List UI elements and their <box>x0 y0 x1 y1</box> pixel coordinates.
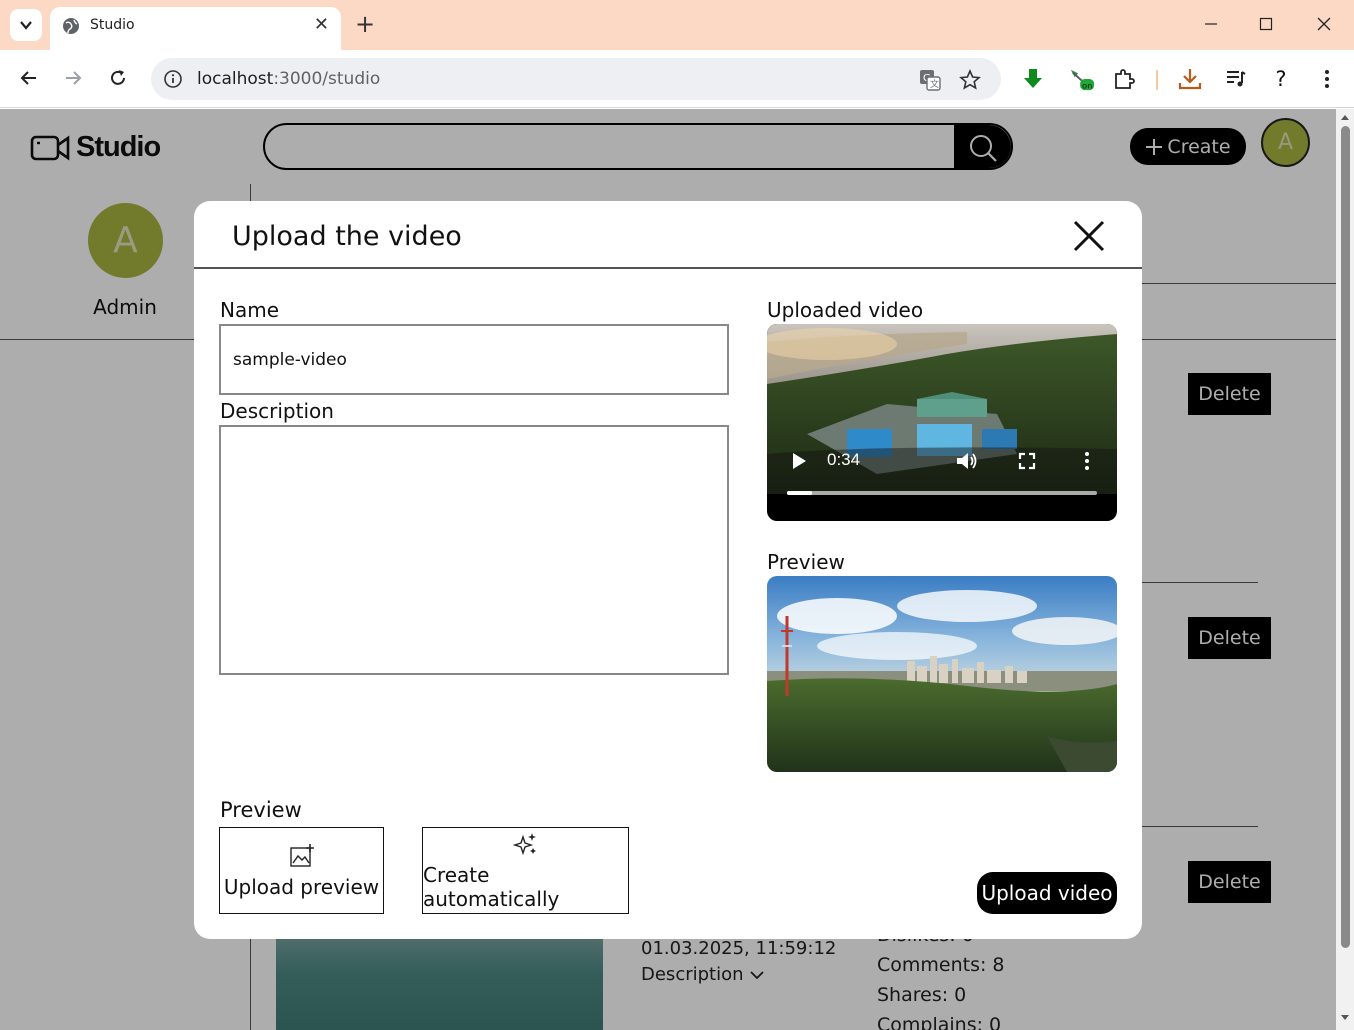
create-automatically-label: Create automatically <box>423 862 560 911</box>
name-input[interactable] <box>219 324 729 395</box>
upload-video-button[interactable]: Upload video <box>977 872 1117 914</box>
create-automatically-button[interactable]: Create automatically <box>422 827 629 914</box>
media-icon[interactable] <box>1223 66 1249 92</box>
browser-toolbar: localhost:3000/studio G文 on ? <box>0 50 1354 108</box>
forward-icon[interactable] <box>59 64 87 92</box>
browser-tab-studio[interactable]: Studio ✕ <box>50 7 341 50</box>
close-window-icon[interactable] <box>1312 12 1336 36</box>
extension-icon[interactable]: on <box>1069 66 1095 92</box>
chevron-down-icon <box>20 21 32 30</box>
tab-title: Studio <box>90 17 135 33</box>
close-icon[interactable]: ✕ <box>314 16 329 34</box>
globe-icon <box>63 18 79 34</box>
tab-search-button[interactable] <box>10 9 42 41</box>
minimize-icon[interactable] <box>1199 12 1223 36</box>
uploaded-video-player[interactable]: 0:34 <box>767 324 1117 521</box>
video-time: 0:34 <box>827 450 861 469</box>
more-icon[interactable] <box>1075 449 1099 473</box>
upload-preview-label: Upload preview <box>223 874 380 899</box>
upload-preview-button[interactable]: Upload preview <box>219 827 384 914</box>
star-icon[interactable] <box>959 69 981 91</box>
fullscreen-icon[interactable] <box>1015 449 1039 473</box>
play-icon[interactable] <box>787 449 811 473</box>
name-label: Name <box>220 298 280 322</box>
page-scrollbar[interactable] <box>1336 109 1354 1030</box>
puzzle-icon[interactable] <box>1111 66 1137 92</box>
modal-title: Upload the video <box>232 221 462 252</box>
info-icon[interactable] <box>163 69 183 89</box>
plus-icon[interactable]: + <box>355 12 375 36</box>
address-bar[interactable]: localhost:3000/studio G文 <box>151 58 1001 100</box>
modal-divider <box>194 267 1142 269</box>
svg-text:on: on <box>1082 80 1092 90</box>
description-input[interactable] <box>219 425 729 675</box>
browser-tab-bar: Studio ✕ + <box>0 0 1354 50</box>
studio-page: Studio Create A A Admin Delete Delete De… <box>0 109 1336 1030</box>
scroll-down-icon[interactable] <box>1340 1014 1350 1022</box>
reload-icon[interactable] <box>104 64 132 92</box>
maximize-icon[interactable] <box>1254 12 1278 36</box>
svg-text:文: 文 <box>930 78 939 90</box>
video-progress-fill <box>787 491 812 495</box>
preview-image-label: Preview <box>767 550 845 574</box>
toolbar-separator <box>1156 70 1158 90</box>
back-icon[interactable] <box>15 64 43 92</box>
download-arrow-icon[interactable] <box>1020 66 1046 92</box>
preview-section-label: Preview <box>220 798 302 822</box>
translate-icon[interactable]: G文 <box>919 69 941 91</box>
video-progress-bar[interactable] <box>787 491 1097 495</box>
preview-image <box>767 576 1117 772</box>
more-icon[interactable] <box>1314 66 1340 92</box>
uploaded-video-label: Uploaded video <box>767 298 924 322</box>
sparkles-icon <box>512 832 536 855</box>
download-icon[interactable] <box>1177 66 1203 92</box>
description-label: Description <box>220 399 334 423</box>
volume-icon[interactable] <box>955 449 979 473</box>
upload-video-modal: Upload the video Name Description Upload… <box>194 201 1142 939</box>
image-add-icon <box>289 843 314 867</box>
scroll-up-icon[interactable] <box>1340 113 1350 121</box>
scroll-thumb[interactable] <box>1341 126 1350 948</box>
help-icon[interactable]: ? <box>1268 66 1294 92</box>
url-text: localhost:3000/studio <box>197 69 381 89</box>
video-controls: 0:34 <box>767 324 1117 521</box>
close-icon[interactable] <box>1070 217 1108 255</box>
